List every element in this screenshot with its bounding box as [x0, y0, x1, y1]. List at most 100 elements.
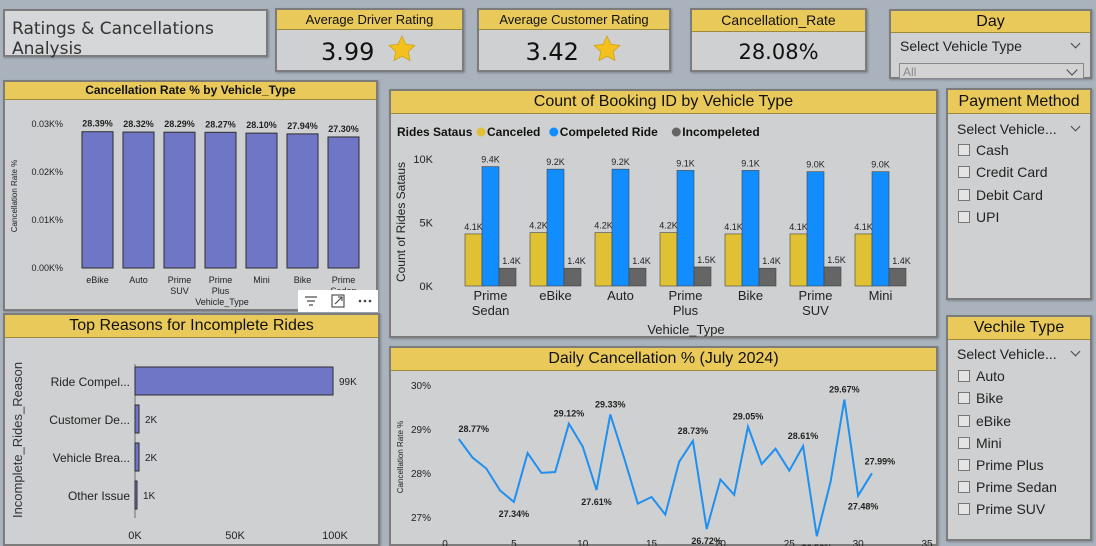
payment-method-slicer[interactable]: Payment Method Select Vehicle... Cash Cr… [946, 88, 1092, 300]
bar [245, 132, 278, 269]
checkbox[interactable] [958, 211, 970, 223]
vehicle-option-auto[interactable]: Auto [958, 367, 1005, 385]
payment-option-credit-card[interactable]: Credit Card [958, 163, 1048, 181]
booking-count-chart[interactable]: Count of Booking ID by Vehicle Type Ride… [389, 89, 938, 338]
day-slicer-select[interactable]: All [899, 63, 1084, 79]
cancellation-by-vehicle-chart[interactable]: Cancellation Rate % by Vehicle_Type 0.00… [3, 80, 378, 311]
bar [546, 168, 565, 287]
more-options-icon[interactable] [352, 290, 378, 312]
daily-cancellation-chart[interactable]: Daily Cancellation % (July 2024) Cancell… [389, 346, 938, 546]
data-label: 28.77% [459, 424, 490, 434]
payment-option-label: Cash [976, 142, 1009, 158]
bar [481, 166, 500, 287]
payment-option-debit-card[interactable]: Debit Card [958, 186, 1043, 204]
x-tick-label: 10 [577, 539, 589, 546]
legend-marker [671, 127, 681, 137]
y-tick-label: 29% [411, 425, 431, 436]
data-label: 27.30% [328, 124, 359, 134]
x-tick-label: SUV [802, 303, 829, 318]
vehicle-option-label: Mini [976, 435, 1002, 451]
data-label: 4.1K [464, 222, 483, 232]
checkbox[interactable] [958, 503, 970, 515]
y-tick-label: 0.01K% [31, 215, 63, 225]
data-label: 4.2K [594, 221, 613, 231]
checkbox[interactable] [958, 189, 970, 201]
legend-label: Compeleted Ride [560, 125, 658, 139]
payment-option-cash[interactable]: Cash [958, 141, 1009, 159]
x-tick-label: eBike [86, 275, 109, 285]
driver-rating-card[interactable]: Average Driver Rating 3.99 [275, 8, 464, 72]
vehicle-slicer-dropdown[interactable]: Select Vehicle... [948, 343, 1090, 365]
payment-slicer-dropdown[interactable]: Select Vehicle... [948, 118, 1090, 140]
payment-option-upi[interactable]: UPI [958, 208, 999, 226]
x-tick-label: Mini [869, 288, 893, 303]
filter-icon[interactable] [298, 290, 324, 312]
cancellation-rate-card[interactable]: Cancellation_Rate 28.08% [690, 8, 867, 72]
checkbox[interactable] [958, 392, 970, 404]
checkbox[interactable] [958, 481, 970, 493]
data-label: 1K [143, 491, 156, 502]
x-tick-label: Prime [209, 275, 233, 285]
driver-rating-title: Average Driver Rating [277, 10, 462, 30]
data-label: 1.5K [697, 255, 716, 265]
customer-rating-value: 3.42 [525, 38, 579, 66]
data-label: 28.61% [788, 431, 819, 441]
vehicle-option-prime-plus[interactable]: Prime Plus [958, 456, 1044, 474]
vehicle-option-mini[interactable]: Mini [958, 434, 1002, 452]
data-label: 28.32% [123, 119, 154, 129]
payment-option-label: UPI [976, 209, 1000, 225]
vehicle-option-prime-sedan[interactable]: Prime Sedan [958, 478, 1057, 496]
checkbox[interactable] [958, 437, 970, 449]
data-label: 1.4K [502, 256, 521, 266]
day-slicer-dropdown-label: Select Vehicle Type [900, 38, 1022, 54]
bar [823, 266, 842, 287]
day-slicer[interactable]: Day Select Vehicle Type All [889, 9, 1092, 79]
bar [134, 480, 138, 510]
vehicle-option-prime-suv[interactable]: Prime SUV [958, 500, 1045, 518]
checkbox[interactable] [958, 370, 970, 382]
y-tick-label: 5K [420, 218, 434, 230]
vehicle-option-ebike[interactable]: eBike [958, 412, 1011, 430]
y-tick-label: 28% [411, 469, 431, 480]
checkbox[interactable] [958, 144, 970, 156]
bar [628, 267, 647, 287]
data-label: 29.33% [595, 399, 626, 409]
incomplete-reasons-chart[interactable]: Top Reasons for Incomplete Rides Incompl… [3, 313, 380, 546]
checkbox[interactable] [958, 459, 970, 471]
bar [563, 267, 582, 287]
x-tick-label: 0K [128, 530, 142, 542]
x-tick-label: Bike [738, 288, 763, 303]
legend-title: Rides Sataus [397, 125, 473, 139]
vehicle-option-bike[interactable]: Bike [958, 389, 1003, 407]
x-tick-label: SUV [170, 286, 189, 296]
category-label: Other Issue [68, 489, 130, 503]
data-label: 9.2K [611, 157, 630, 167]
bar [286, 133, 319, 269]
checkbox[interactable] [958, 415, 970, 427]
checkbox[interactable] [958, 166, 970, 178]
vehicle-option-label: Prime SUV [976, 501, 1046, 517]
x-tick-label: Prime [669, 288, 703, 303]
focus-mode-icon[interactable] [324, 290, 352, 312]
bar [758, 267, 777, 287]
x-tick-label: Prime [799, 288, 833, 303]
x-tick-label: Prime [332, 275, 356, 285]
payment-option-label: Credit Card [976, 164, 1048, 180]
legend-marker [549, 127, 559, 137]
vehicle-option-label: eBike [976, 413, 1012, 429]
bar [806, 171, 825, 287]
data-label: 27.61% [581, 497, 612, 507]
data-label: 9.2K [546, 157, 565, 167]
bar [464, 233, 483, 287]
data-label: 1.4K [892, 256, 911, 266]
y-tick-label: 0.03K% [31, 119, 63, 129]
x-tick-label: 25 [784, 539, 796, 546]
day-slicer-dropdown[interactable]: Select Vehicle Type [891, 35, 1090, 57]
vehicle-type-slicer[interactable]: Vechile Type Select Vehicle... Auto Bike… [946, 315, 1092, 541]
customer-rating-card[interactable]: Average Customer Rating 3.42 [477, 8, 671, 72]
data-label: 27.99% [865, 456, 896, 466]
chevron-down-icon [1070, 121, 1081, 132]
y-tick-label: 0.02K% [31, 167, 63, 177]
data-label: 26.72% [691, 536, 722, 546]
data-label: 4.2K [529, 221, 548, 231]
